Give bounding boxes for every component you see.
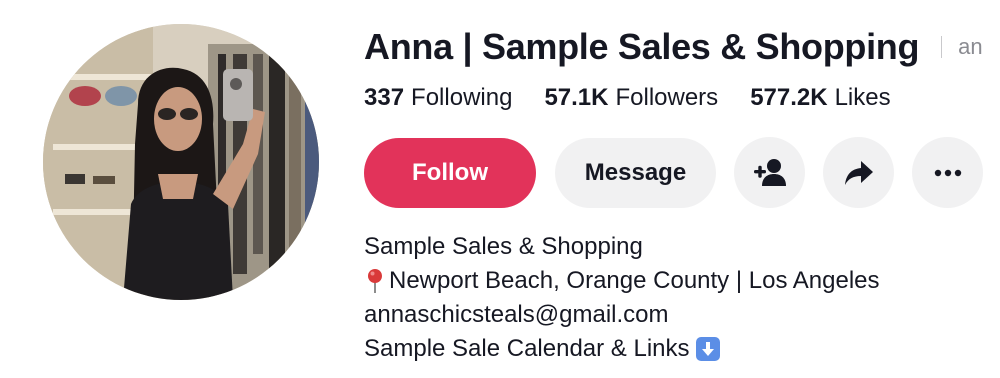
display-name: Anna | Sample Sales & Shopping [364,26,920,67]
stat-followers[interactable]: 57.1K Followers [544,84,718,112]
profile-photo [43,24,319,300]
profile-stats: 337 Following 57.1K Followers 577.2K Lik… [364,84,923,112]
share-button[interactable] [823,137,894,208]
profile-bio: Sample Sales & Shopping Newport Beach, O… [364,230,880,366]
avatar[interactable] [43,24,319,300]
stat-value: 337 [364,84,405,111]
profile-actions: Follow Message [364,137,1000,208]
bio-line: annaschicsteals@gmail.com [364,298,880,332]
bio-text: Sample Sales & Shopping [364,233,643,260]
title-divider [941,36,943,58]
stat-value: 577.2K [750,84,828,111]
more-icon [934,169,961,176]
stat-following[interactable]: 337 Following [364,84,512,112]
down-arrow-icon [695,337,720,361]
stat-label: Following [411,84,513,111]
add-user-icon [753,158,786,186]
stat-likes: 577.2K Likes [750,84,890,112]
profile-header: Anna | Sample Sales & Shopping an [364,26,983,68]
pin-icon [368,269,382,293]
stat-label: Followers [615,84,719,111]
bio-email[interactable]: annaschicsteals@gmail.com [364,298,669,332]
bio-text: Newport Beach, Orange County | Los Angel… [389,267,880,294]
username[interactable]: an [958,34,982,60]
stat-label: Likes [834,84,891,111]
more-button[interactable] [912,137,983,208]
bio-line: Sample Sale Calendar & Links [364,332,880,366]
share-icon [844,160,873,185]
bio-line: Sample Sales & Shopping [364,230,880,264]
stat-value: 57.1K [544,84,609,111]
bio-text: Sample Sale Calendar & Links [364,335,690,362]
add-friend-button[interactable] [734,137,805,208]
follow-button[interactable]: Follow [364,137,536,208]
bio-line: Newport Beach, Orange County | Los Angel… [364,264,880,298]
message-button[interactable]: Message [555,137,716,208]
